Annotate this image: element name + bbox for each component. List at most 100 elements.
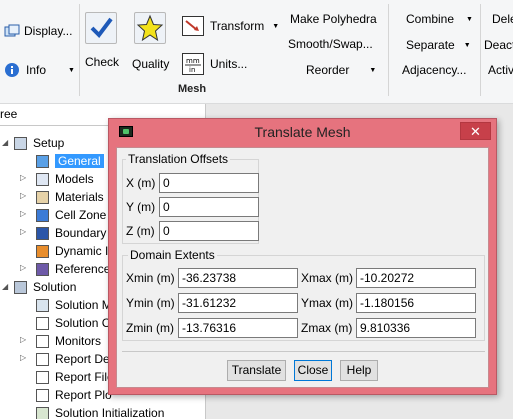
info-dropdown-icon[interactable]: ▼ xyxy=(68,67,75,74)
xmin-field[interactable] xyxy=(178,268,298,288)
reference-icon xyxy=(36,263,49,277)
z-label: Z (m) xyxy=(126,224,155,238)
reorder-button[interactable]: Reorder ▼ xyxy=(306,63,376,77)
quality-label: Quality xyxy=(132,57,170,71)
check-label: Check xyxy=(85,55,120,69)
tree-item-solution-initialization[interactable]: Solution Initialization xyxy=(36,404,164,419)
tree-item-label: Dynamic I xyxy=(55,244,109,258)
setup-icon xyxy=(14,137,27,151)
ymin-label: Ymin (m) xyxy=(126,296,175,310)
display-label: Display... xyxy=(24,24,73,38)
models-icon xyxy=(36,173,49,187)
x-label: X (m) xyxy=(126,176,156,190)
expand-icon[interactable]: ▷ xyxy=(20,263,26,272)
deactivate-button[interactable]: Deact xyxy=(484,38,513,52)
report-definitions-icon xyxy=(36,353,49,367)
tree-item-boundary[interactable]: Boundary xyxy=(36,224,106,242)
transform-icon xyxy=(182,16,204,36)
monitors-icon xyxy=(36,335,49,349)
expand-icon[interactable]: ▷ xyxy=(20,173,26,182)
smooth-swap-button[interactable]: Smooth/Swap... xyxy=(288,37,373,51)
separate-dropdown-icon[interactable]: ▼ xyxy=(464,42,471,49)
zmax-label: Zmax (m) xyxy=(301,321,353,335)
transform-button[interactable]: Transform ▼ xyxy=(182,14,280,38)
expand-icon[interactable]: ▷ xyxy=(20,209,26,218)
tree-item-models[interactable]: Models xyxy=(36,170,94,188)
tree-item-report-definitions[interactable]: Report De xyxy=(36,350,110,368)
translate-button[interactable]: Translate xyxy=(227,360,286,381)
info-label: Info xyxy=(26,63,47,77)
materials-icon xyxy=(36,191,49,205)
solution-methods-icon xyxy=(36,299,49,313)
tree-item-label: Solution M xyxy=(55,298,112,312)
reorder-dropdown-icon[interactable]: ▼ xyxy=(369,67,376,74)
tree-item-cell-zone[interactable]: Cell Zone xyxy=(36,206,106,224)
tree-item-label: Reference xyxy=(55,262,111,276)
help-button[interactable]: Help xyxy=(340,360,378,381)
tree-item-label: Report Plo xyxy=(55,388,112,402)
units-button[interactable]: mm in Units... xyxy=(182,52,247,76)
info-icon xyxy=(5,63,19,77)
check-icon xyxy=(85,12,117,44)
divider xyxy=(122,351,485,352)
transform-dropdown-icon[interactable]: ▼ xyxy=(272,23,279,30)
xmax-field[interactable] xyxy=(356,268,476,288)
ymax-field[interactable] xyxy=(356,293,476,313)
ymin-field[interactable] xyxy=(178,293,298,313)
solution-init-icon xyxy=(36,407,49,419)
report-file-icon xyxy=(36,371,49,385)
expand-icon[interactable]: ▷ xyxy=(20,353,26,362)
separate-button[interactable]: Separate ▼ xyxy=(406,38,471,52)
expand-icon[interactable]: ▷ xyxy=(20,191,26,200)
dialog-title-bar[interactable]: Translate Mesh ✕ xyxy=(109,119,496,147)
translation-offsets-title: Translation Offsets xyxy=(126,152,231,166)
tree-item-label: Cell Zone xyxy=(55,208,107,222)
tree-item-label: Solution C xyxy=(55,316,111,330)
tree-item-setup[interactable]: Setup xyxy=(14,134,64,152)
tree-item-solution[interactable]: Solution xyxy=(14,278,76,296)
xmax-label: Xmax (m) xyxy=(301,271,353,285)
combine-button[interactable]: Combine ▼ xyxy=(406,12,473,26)
close-icon[interactable]: ✕ xyxy=(460,122,491,140)
units-icon: mmin xyxy=(182,53,204,75)
y-offset-field[interactable] xyxy=(159,197,259,217)
tree-item-monitors[interactable]: Monitors xyxy=(36,332,101,350)
tree-item-label: Solution xyxy=(33,280,77,294)
info-button[interactable]: Info ▼ xyxy=(4,61,75,79)
ribbon-group-label: Mesh xyxy=(178,83,207,95)
tree-header-label: ree xyxy=(0,107,18,121)
delete-button[interactable]: Dele xyxy=(492,12,513,26)
display-icon xyxy=(4,24,20,37)
collapse-icon[interactable]: ◢ xyxy=(2,138,8,147)
domain-extents-title: Domain Extents xyxy=(128,248,217,262)
make-polyhedra-button[interactable]: Make Polyhedra xyxy=(290,12,377,26)
expand-icon[interactable]: ▷ xyxy=(20,335,26,344)
combine-dropdown-icon[interactable]: ▼ xyxy=(466,16,473,23)
adjacency-button[interactable]: Adjacency... xyxy=(402,63,466,77)
dialog-title: Translate Mesh xyxy=(254,124,351,140)
z-offset-field[interactable] xyxy=(159,221,259,241)
activate-button[interactable]: Activ xyxy=(488,63,513,77)
tree-item-report-plot[interactable]: Report Plo xyxy=(36,386,112,404)
zmax-field[interactable] xyxy=(356,318,476,338)
expand-icon[interactable]: ▷ xyxy=(20,227,26,236)
tree-item-label: Report File xyxy=(55,370,114,384)
close-button[interactable]: Close xyxy=(294,360,332,381)
check-button[interactable]: Check xyxy=(82,10,120,76)
tree-item-dynamic-mesh[interactable]: Dynamic I xyxy=(36,242,108,260)
tree-item-general[interactable]: General xyxy=(36,152,104,170)
tree-item-label: Report De xyxy=(55,352,110,366)
quality-button[interactable]: Quality xyxy=(128,10,172,76)
collapse-icon[interactable]: ◢ xyxy=(2,282,8,291)
tree-item-reference[interactable]: Reference xyxy=(36,260,110,278)
tree-item-materials[interactable]: Materials xyxy=(36,188,104,206)
zmin-field[interactable] xyxy=(178,318,298,338)
svg-text:mm: mm xyxy=(186,57,200,65)
tree-item-solution-methods[interactable]: Solution M xyxy=(36,296,112,314)
tree-item-solution-controls[interactable]: Solution C xyxy=(36,314,110,332)
dialog-body: Translation Offsets X (m) Y (m) Z (m) Do… xyxy=(116,147,489,388)
x-offset-field[interactable] xyxy=(159,173,259,193)
display-button[interactable]: Display... xyxy=(4,22,72,40)
y-label: Y (m) xyxy=(126,200,156,214)
tree-item-report-file[interactable]: Report File xyxy=(36,368,114,386)
